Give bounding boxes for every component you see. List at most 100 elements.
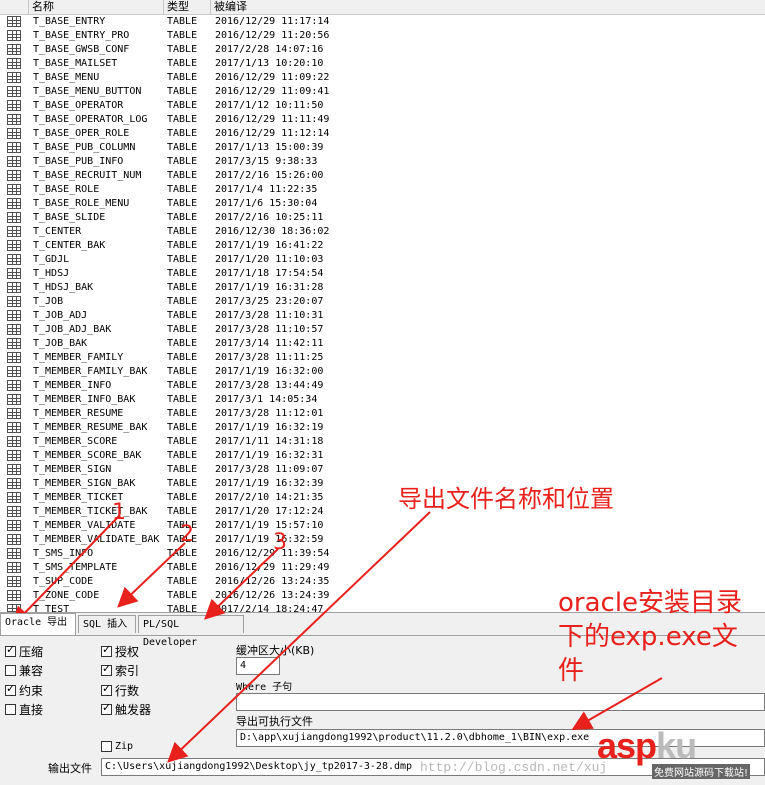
table-row[interactable]: T_BASE_OPERATOR TABLE 2017/1/12 10:11:50 xyxy=(0,99,765,113)
direct-checkbox[interactable] xyxy=(5,703,16,715)
table-row[interactable]: T_HDSJ_BAK TABLE 2017/1/19 16:31:28 xyxy=(0,281,765,295)
annotation-exe-note: oracle安装目录下的exp.exe文件 xyxy=(558,588,743,686)
table-row[interactable]: T_MEMBER_SIGN TABLE 2017/3/28 11:09:07 xyxy=(0,463,765,477)
table-name-cell: T_BASE_RECRUIT_NUM xyxy=(33,170,142,181)
table-date-cell: 2017/1/19 16:41:22 xyxy=(215,240,324,251)
table-row[interactable]: T_BASE_MENU_BUTTON TABLE 2016/12/29 11:09:… xyxy=(0,85,765,99)
rows-checkbox[interactable] xyxy=(101,682,112,696)
table-date-cell: 2017/3/28 11:10:31 xyxy=(215,310,324,321)
table-row[interactable]: T_JOB_ADJ_BAK TABLE 2017/3/28 11:10:57 xyxy=(0,323,765,337)
table-name-cell: T_MEMBER_SIGN xyxy=(33,464,112,475)
zip-checkbox[interactable] xyxy=(101,740,112,752)
table-row[interactable]: T_JOB_BAK TABLE 2017/3/14 11:42:11 xyxy=(0,337,765,351)
table-row[interactable]: T_BASE_GWSB_CONF TABLE 2017/2/28 14:07:16 xyxy=(0,43,765,57)
aspku-logo-subtitle: 免费网站源码下载站! xyxy=(652,764,751,779)
table-row[interactable]: T_BASE_ENTRY_PRO TABLE 2016/12/29 11:20:56 xyxy=(0,29,765,43)
indexes-checkbox[interactable] xyxy=(101,662,112,676)
compatible-checkbox[interactable] xyxy=(5,664,16,676)
table-row[interactable]: T_BASE_ENTRY TABLE 2016/12/29 11:17:14 xyxy=(0,15,765,29)
table-grid-icon xyxy=(7,296,21,307)
option-zip[interactable]: Zip xyxy=(101,738,133,754)
table-date-cell: 2017/3/28 11:11:25 xyxy=(215,352,324,363)
grants-checkbox[interactable] xyxy=(101,643,112,657)
option-constraints[interactable]: 约束 xyxy=(5,682,43,698)
table-row[interactable]: T_BASE_PUB_COLUMN TABLE 2017/1/13 15:00:39 xyxy=(0,141,765,155)
table-row[interactable]: T_BASE_OPERATOR_LOG TABLE 2016/12/29 11:11… xyxy=(0,113,765,127)
table-row[interactable]: T_BASE_ROLE TABLE 2017/1/4 11:22:35 xyxy=(0,183,765,197)
table-row[interactable]: T_CENTER_BAK TABLE 2017/1/19 16:41:22 xyxy=(0,239,765,253)
table-type-cell: TABLE xyxy=(167,58,198,69)
table-type-cell: TABLE xyxy=(167,212,198,223)
triggers-checkbox[interactable] xyxy=(101,701,112,715)
tab-sql-insert[interactable]: SQL 插入 xyxy=(78,615,136,633)
table-row[interactable]: T_BASE_MENU TABLE 2016/12/29 11:09:22 xyxy=(0,71,765,85)
table-row[interactable]: T_MEMBER_RESUME_BAK TABLE 2017/1/19 16:32:… xyxy=(0,421,765,435)
table-row[interactable]: T_SMS_TEMPLATE TABLE 2016/12/29 11:29:49 xyxy=(0,561,765,575)
option-compatible[interactable]: 兼容 xyxy=(5,662,43,678)
column-header-compiled[interactable]: 被编译 xyxy=(211,0,765,14)
table-row[interactable]: T_MEMBER_SCORE_BAK TABLE 2017/1/19 16:32:3… xyxy=(0,449,765,463)
table-date-cell: 2017/3/28 11:12:01 xyxy=(215,408,324,419)
table-type-cell: TABLE xyxy=(167,324,198,335)
table-row[interactable]: T_MEMBER_INFO TABLE 2017/3/28 13:44:49 xyxy=(0,379,765,393)
column-header-type[interactable]: 类型 xyxy=(164,0,211,14)
table-row[interactable]: T_BASE_PUB_INFO TABLE 2017/3/15 9:38:33 xyxy=(0,155,765,169)
column-header-name[interactable]: 名称 xyxy=(29,0,164,14)
option-grants[interactable]: 授权 xyxy=(101,643,139,659)
table-row[interactable]: T_MEMBER_FAMILY TABLE 2017/3/28 11:11:25 xyxy=(0,351,765,365)
table-row[interactable]: T_JOB_ADJ TABLE 2017/3/28 11:10:31 xyxy=(0,309,765,323)
compress-checkbox[interactable] xyxy=(5,643,16,657)
tab-oracle-export[interactable]: Oracle 导出 xyxy=(0,613,76,635)
table-row[interactable]: T_CENTER TABLE 2016/12/30 18:36:02 xyxy=(0,225,765,239)
table-row[interactable]: T_MEMBER_VALIDATE_BAK TABLE 2017/1/19 16:3… xyxy=(0,533,765,547)
option-triggers[interactable]: 触发器 xyxy=(101,701,151,717)
table-grid-icon xyxy=(7,492,21,503)
table-grid-icon xyxy=(7,212,21,223)
table-row[interactable]: T_MEMBER_INFO_BAK TABLE 2017/3/1 14:05:34 xyxy=(0,393,765,407)
table-grid-icon xyxy=(7,366,21,377)
option-indexes[interactable]: 索引 xyxy=(101,662,139,678)
table-grid-icon xyxy=(7,590,21,601)
table-name-cell: T_CENTER_BAK xyxy=(33,240,106,251)
table-row[interactable]: T_BASE_RECRUIT_NUM TABLE 2017/2/16 15:26:0… xyxy=(0,169,765,183)
table-grid-icon xyxy=(7,254,21,265)
table-date-cell: 2017/1/19 16:32:31 xyxy=(215,450,324,461)
table-grid-icon xyxy=(7,394,21,405)
where-clause-input[interactable] xyxy=(236,693,765,711)
table-row[interactable]: T_MEMBER_FAMILY_BAK TABLE 2017/1/19 16:32:… xyxy=(0,365,765,379)
table-row[interactable]: T_SMS_INFO TABLE 2016/12/29 11:39:54 xyxy=(0,547,765,561)
buffer-size-input[interactable]: 4 xyxy=(236,657,280,675)
table-date-cell: 2016/12/29 11:09:41 xyxy=(215,86,330,97)
table-row[interactable]: T_BASE_ROLE_MENU TABLE 2017/1/6 15:30:04 xyxy=(0,197,765,211)
option-direct[interactable]: 直接 xyxy=(5,701,43,717)
option-rows[interactable]: 行数 xyxy=(101,682,139,698)
table-name-cell: T_BASE_MENU_BUTTON xyxy=(33,86,142,97)
table-name-cell: T_HDSJ xyxy=(33,268,70,279)
option-compress[interactable]: 压缩 xyxy=(5,643,43,659)
icon-column-header xyxy=(0,0,29,14)
table-row[interactable]: T_MEMBER_SIGN_BAK TABLE 2017/1/19 16:32:39 xyxy=(0,477,765,491)
table-row[interactable]: T_MEMBER_RESUME TABLE 2017/3/28 11:12:01 xyxy=(0,407,765,421)
table-row[interactable]: T_BASE_MAILSET TABLE 2017/1/13 10:20:10 xyxy=(0,57,765,71)
table-type-cell: TABLE xyxy=(167,44,198,55)
table-name-cell: T_MEMBER_FAMILY_BAK xyxy=(33,366,148,377)
table-grid-icon xyxy=(7,58,21,69)
table-type-cell: TABLE xyxy=(167,338,198,349)
table-row[interactable]: T_HDSJ TABLE 2017/1/18 17:54:54 xyxy=(0,267,765,281)
table-name-cell: T_ZONE_CODE xyxy=(33,590,100,601)
table-row[interactable]: T_GDJL TABLE 2017/1/20 11:10:03 xyxy=(0,253,765,267)
table-type-cell: TABLE xyxy=(167,268,198,279)
annotation-number-3: 3 xyxy=(273,530,287,555)
table-grid-icon xyxy=(7,170,21,181)
option-label: 兼容 xyxy=(19,663,44,678)
table-type-cell: TABLE xyxy=(167,240,198,251)
table-grid-icon xyxy=(7,338,21,349)
table-row[interactable]: T_BASE_OPER_ROLE TABLE 2016/12/29 11:12:14 xyxy=(0,127,765,141)
tab-plsql-developer[interactable]: PL/SQL Developer xyxy=(138,615,244,648)
constraints-checkbox[interactable] xyxy=(5,682,16,696)
table-row[interactable]: T_JOB TABLE 2017/3/25 23:20:07 xyxy=(0,295,765,309)
table-type-cell: TABLE xyxy=(167,436,198,447)
table-row[interactable]: T_BASE_SLIDE TABLE 2017/2/16 10:25:11 xyxy=(0,211,765,225)
table-grid-icon xyxy=(7,100,21,111)
table-row[interactable]: T_MEMBER_SCORE TABLE 2017/1/11 14:31:18 xyxy=(0,435,765,449)
